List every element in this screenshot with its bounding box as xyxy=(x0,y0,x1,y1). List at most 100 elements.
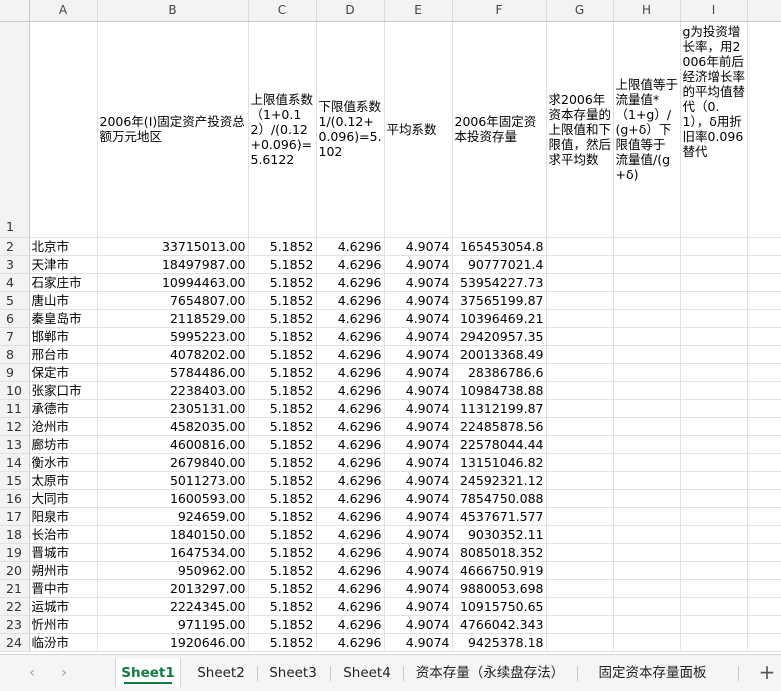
cell-g[interactable] xyxy=(546,381,614,400)
cell-h[interactable] xyxy=(613,453,681,472)
column-header-a[interactable]: A xyxy=(29,0,98,22)
cell-f[interactable]: 165453054.8 xyxy=(452,237,547,256)
cell-d[interactable]: 4.6296 xyxy=(316,597,385,616)
cell-a[interactable]: 廊坊市 xyxy=(29,435,98,454)
cell-h[interactable] xyxy=(613,399,681,418)
cell-g[interactable] xyxy=(546,327,614,346)
cell-b[interactable]: 4600816.00 xyxy=(97,435,249,454)
cell-j1[interactable] xyxy=(747,21,781,238)
cell-h[interactable] xyxy=(613,381,681,400)
row-header[interactable]: 8 xyxy=(0,345,30,364)
cell-i[interactable] xyxy=(680,435,748,454)
column-header-c[interactable]: C xyxy=(248,0,317,22)
cell-d[interactable]: 4.6296 xyxy=(316,327,385,346)
cell-f[interactable]: 22485878.56 xyxy=(452,417,547,436)
cell-c[interactable]: 5.1852 xyxy=(248,507,317,526)
cell-b[interactable]: 5995223.00 xyxy=(97,327,249,346)
cell-h[interactable] xyxy=(613,543,681,562)
cell-g[interactable] xyxy=(546,255,614,274)
cell-h[interactable] xyxy=(613,507,681,526)
cell-d[interactable]: 4.6296 xyxy=(316,525,385,544)
cell-e[interactable]: 4.9074 xyxy=(384,417,453,436)
cell-f[interactable]: 7854750.088 xyxy=(452,489,547,508)
cell-d[interactable]: 4.6296 xyxy=(316,345,385,364)
cell-a[interactable]: 北京市 xyxy=(29,237,98,256)
cell-c[interactable]: 5.1852 xyxy=(248,561,317,580)
cell-b[interactable]: 1600593.00 xyxy=(97,489,249,508)
cell-a1[interactable] xyxy=(29,21,98,238)
cell-g[interactable] xyxy=(546,363,614,382)
cell-a[interactable]: 邯郸市 xyxy=(29,327,98,346)
cell-h[interactable] xyxy=(613,435,681,454)
cell-i1[interactable]: g为投资增长率，用2006年前后经济增长率的平均值替代（0.1），δ用折旧率0.… xyxy=(680,21,748,238)
cell-i[interactable] xyxy=(680,489,748,508)
cell-e[interactable]: 4.9074 xyxy=(384,363,453,382)
cell-h[interactable] xyxy=(613,255,681,274)
cell-b[interactable]: 924659.00 xyxy=(97,507,249,526)
cell-j[interactable] xyxy=(747,453,781,472)
cell-d[interactable]: 4.6296 xyxy=(316,489,385,508)
cell-f[interactable]: 24592321.12 xyxy=(452,471,547,490)
cell-j[interactable] xyxy=(747,471,781,490)
column-header-b[interactable]: B xyxy=(97,0,249,22)
row-header[interactable]: 23 xyxy=(0,615,30,634)
cell-i[interactable] xyxy=(680,417,748,436)
cell-h[interactable] xyxy=(613,471,681,490)
cell-f[interactable]: 11312199.87 xyxy=(452,399,547,418)
cell-h[interactable] xyxy=(613,615,681,634)
cell-g[interactable] xyxy=(546,471,614,490)
cell-b[interactable]: 2224345.00 xyxy=(97,597,249,616)
cell-h[interactable] xyxy=(613,561,681,580)
cell-i[interactable] xyxy=(680,579,748,598)
tab-sheet1[interactable]: Sheet1 xyxy=(115,659,181,687)
column-header-f[interactable]: F xyxy=(452,0,547,22)
row-header[interactable]: 17 xyxy=(0,507,30,526)
row-header[interactable]: 11 xyxy=(0,399,30,418)
cell-a[interactable]: 晋中市 xyxy=(29,579,98,598)
cell-j[interactable] xyxy=(747,417,781,436)
cell-e[interactable]: 4.9074 xyxy=(384,273,453,292)
cell-h[interactable] xyxy=(613,579,681,598)
cell-a[interactable]: 承德市 xyxy=(29,399,98,418)
cell-f1[interactable]: 2006年固定资本投资存量 xyxy=(452,21,547,238)
cell-j[interactable] xyxy=(747,507,781,526)
cell-c[interactable]: 5.1852 xyxy=(248,597,317,616)
cell-e[interactable]: 4.9074 xyxy=(384,489,453,508)
row-header[interactable]: 18 xyxy=(0,525,30,544)
cell-j[interactable] xyxy=(747,363,781,382)
column-header-g[interactable]: G xyxy=(546,0,614,22)
cell-h[interactable] xyxy=(613,633,681,652)
cell-a[interactable]: 太原市 xyxy=(29,471,98,490)
cell-g[interactable] xyxy=(546,435,614,454)
cell-f[interactable]: 4766042.343 xyxy=(452,615,547,634)
cell-c[interactable]: 5.1852 xyxy=(248,345,317,364)
cell-b[interactable]: 2679840.00 xyxy=(97,453,249,472)
cell-a[interactable]: 石家庄市 xyxy=(29,273,98,292)
cell-h[interactable] xyxy=(613,327,681,346)
cell-b[interactable]: 5784486.00 xyxy=(97,363,249,382)
cell-j[interactable] xyxy=(747,399,781,418)
cell-h[interactable] xyxy=(613,489,681,508)
cell-d[interactable]: 4.6296 xyxy=(316,543,385,562)
row-header[interactable]: 5 xyxy=(0,291,30,310)
cell-d[interactable]: 4.6296 xyxy=(316,417,385,436)
cell-j[interactable] xyxy=(747,489,781,508)
cell-b1[interactable]: 2006年(I)固定资产投资总额万元地区 xyxy=(97,21,249,238)
cell-e[interactable]: 4.9074 xyxy=(384,615,453,634)
chevron-right-icon[interactable]: › xyxy=(56,665,72,681)
row-header[interactable]: 20 xyxy=(0,561,30,580)
cell-c1[interactable]: 上限值系数（1+0.12）/(0.12+0.096)=5.6122 xyxy=(248,21,317,238)
cell-e[interactable]: 4.9074 xyxy=(384,543,453,562)
cell-j[interactable] xyxy=(747,237,781,256)
cell-b[interactable]: 1840150.00 xyxy=(97,525,249,544)
cell-i[interactable] xyxy=(680,543,748,562)
cell-j[interactable] xyxy=(747,543,781,562)
cell-a[interactable]: 邢台市 xyxy=(29,345,98,364)
cell-g[interactable] xyxy=(546,543,614,562)
column-header-d[interactable]: D xyxy=(316,0,385,22)
cell-b[interactable]: 1920646.00 xyxy=(97,633,249,652)
cell-f[interactable]: 37565199.87 xyxy=(452,291,547,310)
cell-c[interactable]: 5.1852 xyxy=(248,615,317,634)
cell-h[interactable] xyxy=(613,345,681,364)
row-header[interactable]: 13 xyxy=(0,435,30,454)
